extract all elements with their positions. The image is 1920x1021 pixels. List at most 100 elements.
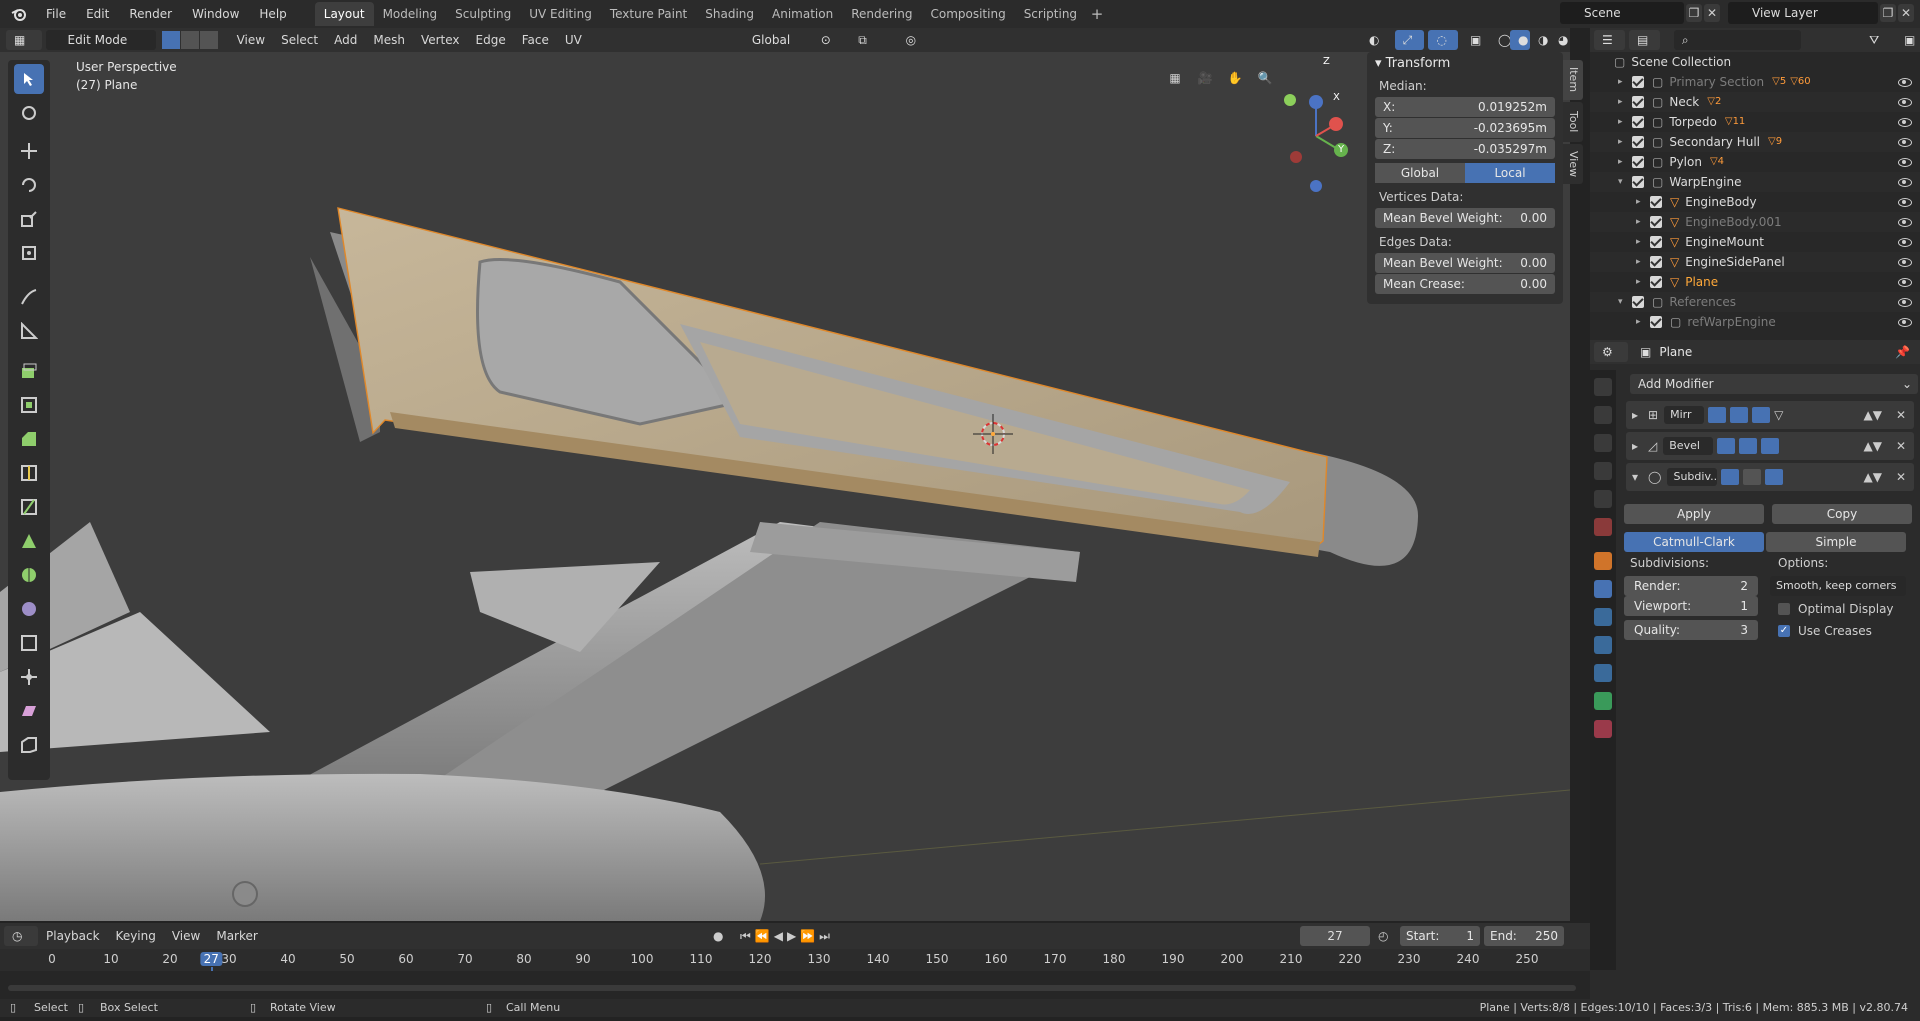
current-frame-field[interactable]: 27 xyxy=(1300,926,1370,946)
visibility-eye-icon[interactable] xyxy=(1898,177,1912,187)
view-layer-selector[interactable]: View Layer xyxy=(1728,2,1878,24)
world-tab-icon[interactable] xyxy=(1594,518,1612,536)
exclude-checkbox[interactable] xyxy=(1650,216,1662,228)
exclude-checkbox[interactable] xyxy=(1650,236,1662,248)
spin-tool-icon[interactable] xyxy=(14,560,44,590)
edge-slide-tool-icon[interactable] xyxy=(14,628,44,658)
exclude-checkbox[interactable] xyxy=(1632,96,1644,108)
use-creases-checkbox[interactable]: ✓ xyxy=(1778,625,1790,637)
data-tab-icon[interactable] xyxy=(1594,692,1612,710)
menu-edit[interactable]: Edit xyxy=(76,2,119,26)
realtime-toggle-icon[interactable] xyxy=(1739,438,1758,454)
render-levels-field[interactable]: Render: 2 xyxy=(1624,576,1758,596)
menu-file[interactable]: File xyxy=(36,2,76,26)
outliner-item[interactable]: ▸ ▢ Neck ▽2 xyxy=(1590,92,1920,112)
cage-toggle-icon[interactable]: ▽ xyxy=(1774,408,1783,422)
exclude-checkbox[interactable] xyxy=(1650,276,1662,288)
3d-viewport[interactable]: User Perspective (27) Plane Z X Y ▦ 🎥 ✋ … xyxy=(0,52,1570,921)
bevel-tool-icon[interactable] xyxy=(14,424,44,454)
outliner-item[interactable]: ▾ ▢ WarpEngine xyxy=(1590,172,1920,192)
new-scene-icon[interactable]: ❐ xyxy=(1686,4,1702,22)
overlay-toggle-icon[interactable]: ◌ xyxy=(1428,30,1458,50)
output-tab-icon[interactable] xyxy=(1594,434,1612,452)
mean-crease-field[interactable]: Mean Crease: 0.00 xyxy=(1375,274,1555,294)
outliner-item[interactable]: ▸ ▢ Primary Section ▽5 ▽60 xyxy=(1590,72,1920,92)
material-tab-icon[interactable] xyxy=(1594,720,1612,738)
constraints-tab-icon[interactable] xyxy=(1594,664,1612,682)
visibility-eye-icon[interactable] xyxy=(1898,277,1912,287)
menu-render[interactable]: Render xyxy=(119,2,182,26)
expand-arrow-icon[interactable]: ▸ xyxy=(1636,272,1650,292)
tab-sculpting[interactable]: Sculpting xyxy=(446,2,520,26)
visibility-eye-icon[interactable] xyxy=(1898,137,1912,147)
remove-modifier-icon[interactable]: ✕ xyxy=(1896,470,1906,484)
menu-window[interactable]: Window xyxy=(182,2,249,26)
menu-help[interactable]: Help xyxy=(249,2,296,26)
tab-rendering[interactable]: Rendering xyxy=(842,2,921,26)
outliner-item[interactable]: ▸ ▽ EngineBody xyxy=(1590,192,1920,212)
expand-arrow-icon[interactable]: ▸ xyxy=(1632,439,1638,453)
scene-tab-icon[interactable] xyxy=(1594,490,1612,508)
new-collection-icon[interactable]: ▣ xyxy=(1896,30,1920,50)
mode-dropdown[interactable]: Edit Mode xyxy=(45,30,156,50)
modifier-bevel[interactable]: ▸ ◿ Bevel ▲▼ ✕ xyxy=(1626,432,1914,460)
solid-shading-icon[interactable]: ● xyxy=(1509,30,1530,50)
outliner-root[interactable]: ▢ Scene Collection xyxy=(1590,52,1920,72)
menu-marker[interactable]: Marker xyxy=(208,925,265,947)
outliner-search-input[interactable]: ⌕ xyxy=(1673,30,1802,50)
expand-arrow-icon[interactable]: ▾ xyxy=(1618,172,1632,192)
timeline-editor-type-icon[interactable]: ◷ xyxy=(4,926,38,946)
exclude-checkbox[interactable] xyxy=(1650,256,1662,268)
expand-arrow-icon[interactable]: ▸ xyxy=(1618,152,1632,172)
exclude-checkbox[interactable] xyxy=(1632,296,1644,308)
face-select-icon[interactable] xyxy=(199,31,218,49)
median-x-field[interactable]: X: 0.019252m xyxy=(1375,97,1555,117)
delete-view-layer-icon[interactable]: ✕ xyxy=(1898,4,1914,22)
filter-icon[interactable]: ⛛ xyxy=(1861,30,1892,50)
menu-keying[interactable]: Keying xyxy=(108,925,164,947)
menu-playback[interactable]: Playback xyxy=(38,925,108,947)
subdiv-name-field[interactable]: Subdiv.. xyxy=(1667,468,1718,486)
vertex-bevel-weight-field[interactable]: Mean Bevel Weight: 0.00 xyxy=(1375,208,1555,228)
uv-smooth-dropdown[interactable]: Smooth, keep corners xyxy=(1770,576,1906,596)
pivot-icon[interactable]: ⊙ xyxy=(812,30,847,50)
realtime-toggle-icon[interactable] xyxy=(1730,407,1749,423)
tab-texture-paint[interactable]: Texture Paint xyxy=(601,2,696,26)
visibility-eye-icon[interactable] xyxy=(1898,237,1912,247)
orientation-dropdown[interactable]: Global xyxy=(729,30,809,50)
expand-arrow-icon[interactable]: ▸ xyxy=(1636,232,1650,252)
toggle-camera-grid-icon[interactable]: ▦ xyxy=(1161,64,1189,92)
expand-arrow-icon[interactable]: ▸ xyxy=(1636,192,1650,212)
visibility-eye-icon[interactable] xyxy=(1898,257,1912,267)
outliner-item[interactable]: ▸ ▢ refWarpEngine xyxy=(1590,312,1920,332)
end-frame-field[interactable]: End: 250 xyxy=(1484,926,1564,946)
move-tool-icon[interactable] xyxy=(14,136,44,166)
tab-layout[interactable]: Layout xyxy=(314,2,374,26)
expand-arrow-icon[interactable]: ▸ xyxy=(1636,312,1650,332)
camera-view-icon[interactable]: 🎥 xyxy=(1191,64,1219,92)
knife-tool-icon[interactable] xyxy=(14,492,44,522)
visibility-eye-icon[interactable] xyxy=(1898,297,1912,307)
exclude-checkbox[interactable] xyxy=(1650,316,1662,328)
modifier-mirror[interactable]: ▸ ⊞ Mirr ▽ ▲▼ ✕ xyxy=(1626,401,1914,429)
expand-arrow-icon[interactable]: ▾ xyxy=(1618,292,1632,312)
menu-edge[interactable]: Edge xyxy=(468,29,514,51)
timeline-track[interactable] xyxy=(0,971,1590,999)
transform-tool-icon[interactable] xyxy=(14,238,44,268)
pin-icon[interactable]: 📌 xyxy=(1895,345,1910,359)
outliner-item[interactable]: ▸ ▢ Torpedo ▽11 xyxy=(1590,112,1920,132)
snap-icon[interactable]: ⧉ xyxy=(850,30,894,50)
shear-tool-icon[interactable] xyxy=(14,696,44,726)
tool-settings-tab-icon[interactable] xyxy=(1594,378,1612,396)
copy-button[interactable]: Copy xyxy=(1772,504,1912,524)
tab-modeling[interactable]: Modeling xyxy=(374,2,447,26)
global-button[interactable]: Global xyxy=(1375,163,1465,183)
vertex-select-icon[interactable] xyxy=(161,31,180,49)
material-shading-icon[interactable]: ◑ xyxy=(1529,30,1550,50)
realtime-toggle-icon[interactable] xyxy=(1743,469,1762,485)
outliner-item[interactable]: ▸ ▢ Pylon ▽4 xyxy=(1590,152,1920,172)
apply-button[interactable]: Apply xyxy=(1624,504,1764,524)
tab-shading[interactable]: Shading xyxy=(696,2,763,26)
quality-field[interactable]: Quality: 3 xyxy=(1624,620,1758,640)
transform-header[interactable]: ▾ Transform xyxy=(1367,52,1563,76)
